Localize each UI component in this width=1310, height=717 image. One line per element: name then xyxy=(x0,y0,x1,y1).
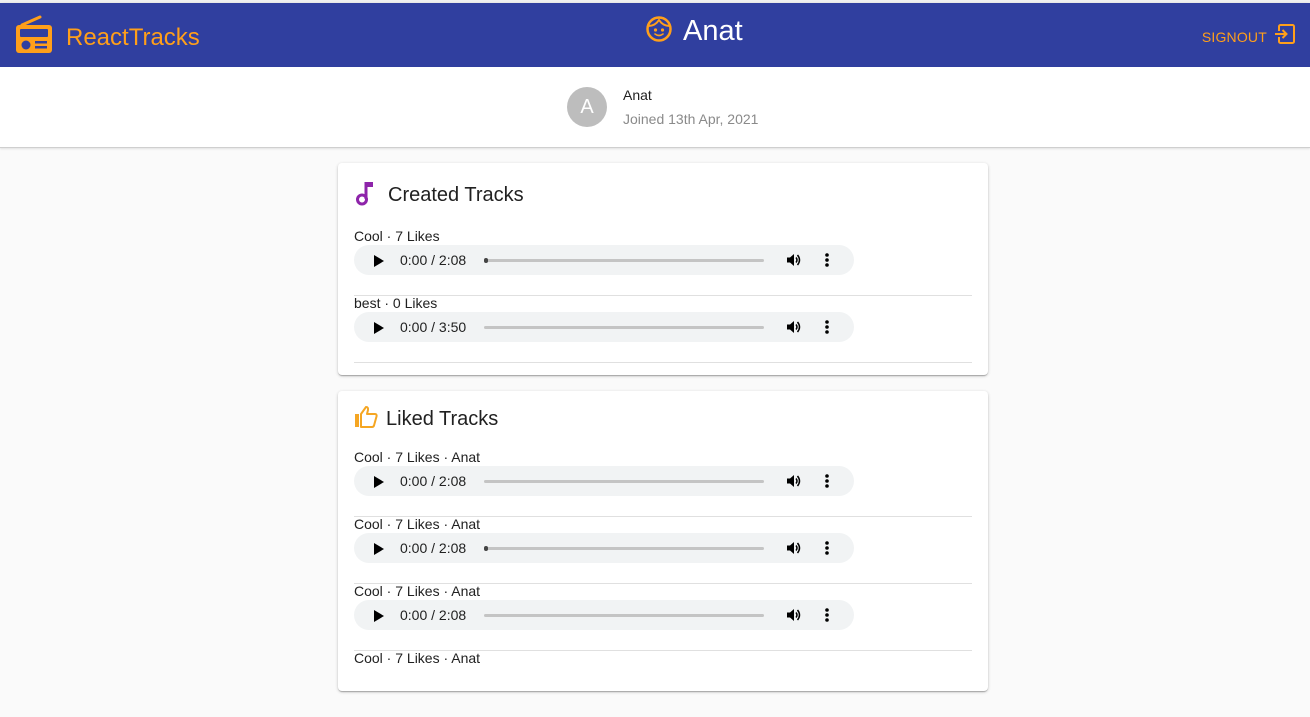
track-item: Cool · 7 Likes 0:00 / 2:08 xyxy=(354,228,972,296)
more-options-icon[interactable] xyxy=(825,607,829,628)
play-icon[interactable] xyxy=(374,475,384,493)
seek-slider[interactable] xyxy=(484,258,764,263)
liked-tracks-card: Liked Tracks Cool · 7 Likes · Anat 0:00 … xyxy=(338,391,988,691)
current-user: Anat xyxy=(645,15,743,48)
brand-label: ReactTracks xyxy=(66,23,200,51)
playback-time: 0:00 / 2:08 xyxy=(400,252,467,268)
profile-joined-date: Joined 13th Apr, 2021 xyxy=(623,111,759,127)
more-options-icon[interactable] xyxy=(825,540,829,561)
seek-slider[interactable] xyxy=(484,546,764,551)
more-options-icon[interactable] xyxy=(825,473,829,494)
created-tracks-title: Created Tracks xyxy=(388,184,524,206)
music-note-icon xyxy=(354,179,378,212)
track-item: Cool · 7 Likes · Anat 0:00 / 2:08 xyxy=(354,516,972,584)
radio-icon xyxy=(14,15,54,60)
created-tracks-header: Created Tracks xyxy=(354,179,524,212)
liked-tracks-title: Liked Tracks xyxy=(386,408,499,430)
volume-icon[interactable] xyxy=(786,607,802,628)
liked-tracks-header: Liked Tracks xyxy=(354,405,498,434)
seek-slider[interactable] xyxy=(484,326,764,329)
track-meta: Cool · 7 Likes · Anat xyxy=(354,516,481,532)
playback-time: 0:00 / 3:50 xyxy=(400,319,467,335)
playback-time: 0:00 / 2:08 xyxy=(400,607,467,623)
face-icon xyxy=(645,15,673,48)
volume-icon[interactable] xyxy=(786,252,802,273)
track-item: best · 0 Likes 0:00 / 3:50 xyxy=(354,295,972,363)
volume-icon[interactable] xyxy=(786,319,802,340)
seek-slider[interactable] xyxy=(484,480,764,483)
volume-icon[interactable] xyxy=(786,473,802,494)
playback-time: 0:00 / 2:08 xyxy=(400,473,467,489)
track-item: Cool · 7 Likes · Anat 0:00 / 2:08 xyxy=(354,583,972,651)
volume-icon[interactable] xyxy=(786,540,802,561)
track-meta: Cool · 7 Likes · Anat xyxy=(354,449,481,465)
brand-link[interactable]: ReactTracks xyxy=(14,15,200,60)
track-meta: Cool · 7 Likes · Anat xyxy=(354,583,481,599)
audio-player: 0:00 / 2:08 xyxy=(354,466,854,496)
play-icon[interactable] xyxy=(374,254,384,272)
audio-player: 0:00 / 3:50 xyxy=(354,312,854,342)
header-user-name: Anat xyxy=(683,15,743,47)
track-item: Cool · 7 Likes · Anat 0:00 / 2:08 xyxy=(354,449,972,517)
more-options-icon[interactable] xyxy=(825,252,829,273)
more-options-icon[interactable] xyxy=(825,319,829,340)
audio-player: 0:00 / 2:08 xyxy=(354,245,854,275)
audio-player: 0:00 / 2:08 xyxy=(354,600,854,630)
signout-button[interactable]: SIGNOUT xyxy=(1202,23,1296,50)
audio-player: 0:00 / 2:08 xyxy=(354,533,854,563)
track-meta: Cool · 7 Likes xyxy=(354,228,440,244)
app-bar: ReactTracks Anat SIGNOUT xyxy=(0,3,1310,67)
track-meta: Cool · 7 Likes · Anat xyxy=(354,650,481,666)
playback-time: 0:00 / 2:08 xyxy=(400,540,467,556)
play-icon[interactable] xyxy=(374,321,384,339)
signout-label: SIGNOUT xyxy=(1201,28,1267,45)
thumb-up-icon xyxy=(354,405,378,434)
track-meta: best · 0 Likes xyxy=(354,295,438,311)
avatar: A xyxy=(567,87,607,127)
seek-slider[interactable] xyxy=(484,614,764,617)
play-icon[interactable] xyxy=(374,542,384,560)
created-tracks-card: Created Tracks Cool · 7 Likes 0:00 / 2:0… xyxy=(338,163,988,375)
profile-header: A Anat Joined 13th Apr, 2021 xyxy=(0,67,1310,148)
exit-icon xyxy=(1274,23,1296,50)
track-item: Cool · 7 Likes · Anat xyxy=(354,650,972,717)
profile-name: Anat xyxy=(623,87,652,103)
play-icon[interactable] xyxy=(374,609,384,627)
